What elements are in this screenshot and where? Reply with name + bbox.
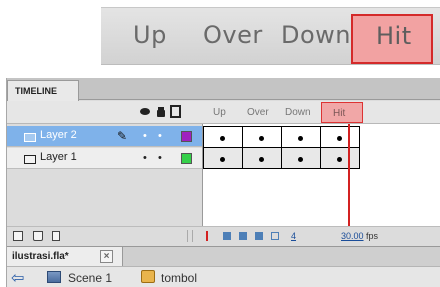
keyframe[interactable] bbox=[203, 147, 243, 169]
layer-name[interactable]: Layer 2 bbox=[40, 129, 77, 141]
layer-icon bbox=[23, 131, 36, 142]
onion-outline-icon[interactable] bbox=[239, 232, 247, 240]
keyframe[interactable] bbox=[281, 147, 321, 169]
layer-row-layer-1[interactable]: Layer 1 • • bbox=[7, 148, 202, 169]
outline-icon[interactable] bbox=[170, 106, 181, 117]
fps-value[interactable]: 30.00 bbox=[341, 231, 364, 241]
panel-tabbar: TIMELINE bbox=[7, 78, 440, 101]
playhead[interactable] bbox=[348, 124, 350, 226]
layer-name[interactable]: Layer 1 bbox=[40, 151, 77, 163]
document-tabbar: ilustrasi.fla* × bbox=[7, 246, 440, 267]
close-icon[interactable]: × bbox=[100, 250, 113, 263]
timeline-tab[interactable]: TIMELINE bbox=[7, 80, 79, 101]
keyframe[interactable] bbox=[281, 126, 321, 148]
breadcrumb-scene[interactable]: Scene 1 bbox=[68, 271, 112, 285]
onion-skin-icon[interactable] bbox=[223, 232, 231, 240]
lock-dot[interactable]: • bbox=[158, 131, 162, 142]
document-name: ilustrasi.fla* bbox=[12, 251, 69, 262]
back-arrow-icon[interactable]: ⇦ bbox=[11, 268, 24, 287]
pencil-icon: ✎ bbox=[117, 129, 128, 143]
frame-rate[interactable]: 30.00 fps bbox=[341, 231, 378, 241]
lock-dot[interactable]: • bbox=[158, 153, 162, 164]
lock-icon[interactable] bbox=[155, 106, 166, 117]
visibility-dot[interactable]: • bbox=[143, 131, 147, 142]
zoom-label-down: Down bbox=[281, 21, 352, 49]
breadcrumb-symbol[interactable]: tombol bbox=[161, 271, 197, 285]
new-folder-icon[interactable] bbox=[33, 231, 43, 241]
frame-label-up[interactable]: Up bbox=[213, 107, 226, 118]
keyframe[interactable] bbox=[320, 126, 360, 148]
current-frame[interactable]: 4 bbox=[291, 231, 296, 241]
breadcrumb: ⇦ Scene 1 tombol bbox=[7, 266, 440, 287]
layer-color-swatch[interactable] bbox=[181, 131, 192, 142]
frame-grid bbox=[203, 126, 440, 171]
zoom-label-hit: Hit bbox=[376, 22, 412, 50]
keyframe[interactable] bbox=[203, 126, 243, 148]
fps-unit: fps bbox=[366, 231, 379, 241]
timeline-header: Up Over Down Hit bbox=[7, 101, 440, 124]
delete-layer-icon[interactable] bbox=[52, 231, 60, 241]
frame-label-over[interactable]: Over bbox=[247, 107, 269, 118]
frame-label-down[interactable]: Down bbox=[285, 107, 311, 118]
layer-icon bbox=[23, 153, 36, 164]
keyframe[interactable] bbox=[242, 147, 282, 169]
panel-splitter[interactable] bbox=[187, 230, 193, 242]
visibility-dot[interactable]: • bbox=[143, 153, 147, 164]
frame-area[interactable] bbox=[202, 124, 440, 226]
document-tab[interactable]: ilustrasi.fla* × bbox=[7, 247, 123, 267]
layer-color-swatch[interactable] bbox=[181, 153, 192, 164]
button-symbol-icon bbox=[141, 270, 155, 283]
keyframe[interactable] bbox=[320, 147, 360, 169]
zoom-label-over: Over bbox=[203, 21, 263, 49]
center-frame-icon[interactable] bbox=[206, 231, 208, 241]
keyframe[interactable] bbox=[242, 126, 282, 148]
timeline-toolbar: 4 30.00 fps bbox=[7, 226, 440, 246]
frame-header-zoom: Up Over Down Hit bbox=[101, 7, 440, 65]
scene-icon bbox=[47, 271, 61, 283]
eye-icon[interactable] bbox=[139, 106, 150, 117]
zoom-label-up: Up bbox=[133, 21, 167, 49]
new-layer-icon[interactable] bbox=[13, 231, 23, 241]
layers-empty-area bbox=[7, 170, 202, 226]
modify-markers-icon[interactable] bbox=[271, 232, 279, 240]
frame-label-hit[interactable]: Hit bbox=[321, 102, 363, 123]
hit-label: Hit bbox=[333, 108, 346, 119]
layer-row-layer-2[interactable]: Layer 2 ✎ • • bbox=[7, 126, 202, 147]
timeline-panel: TIMELINE Up Over Down Hit Layer 2 ✎ • • … bbox=[6, 78, 440, 287]
edit-multiple-frames-icon[interactable] bbox=[255, 232, 263, 240]
zoom-hit-frame: Hit bbox=[351, 14, 433, 64]
